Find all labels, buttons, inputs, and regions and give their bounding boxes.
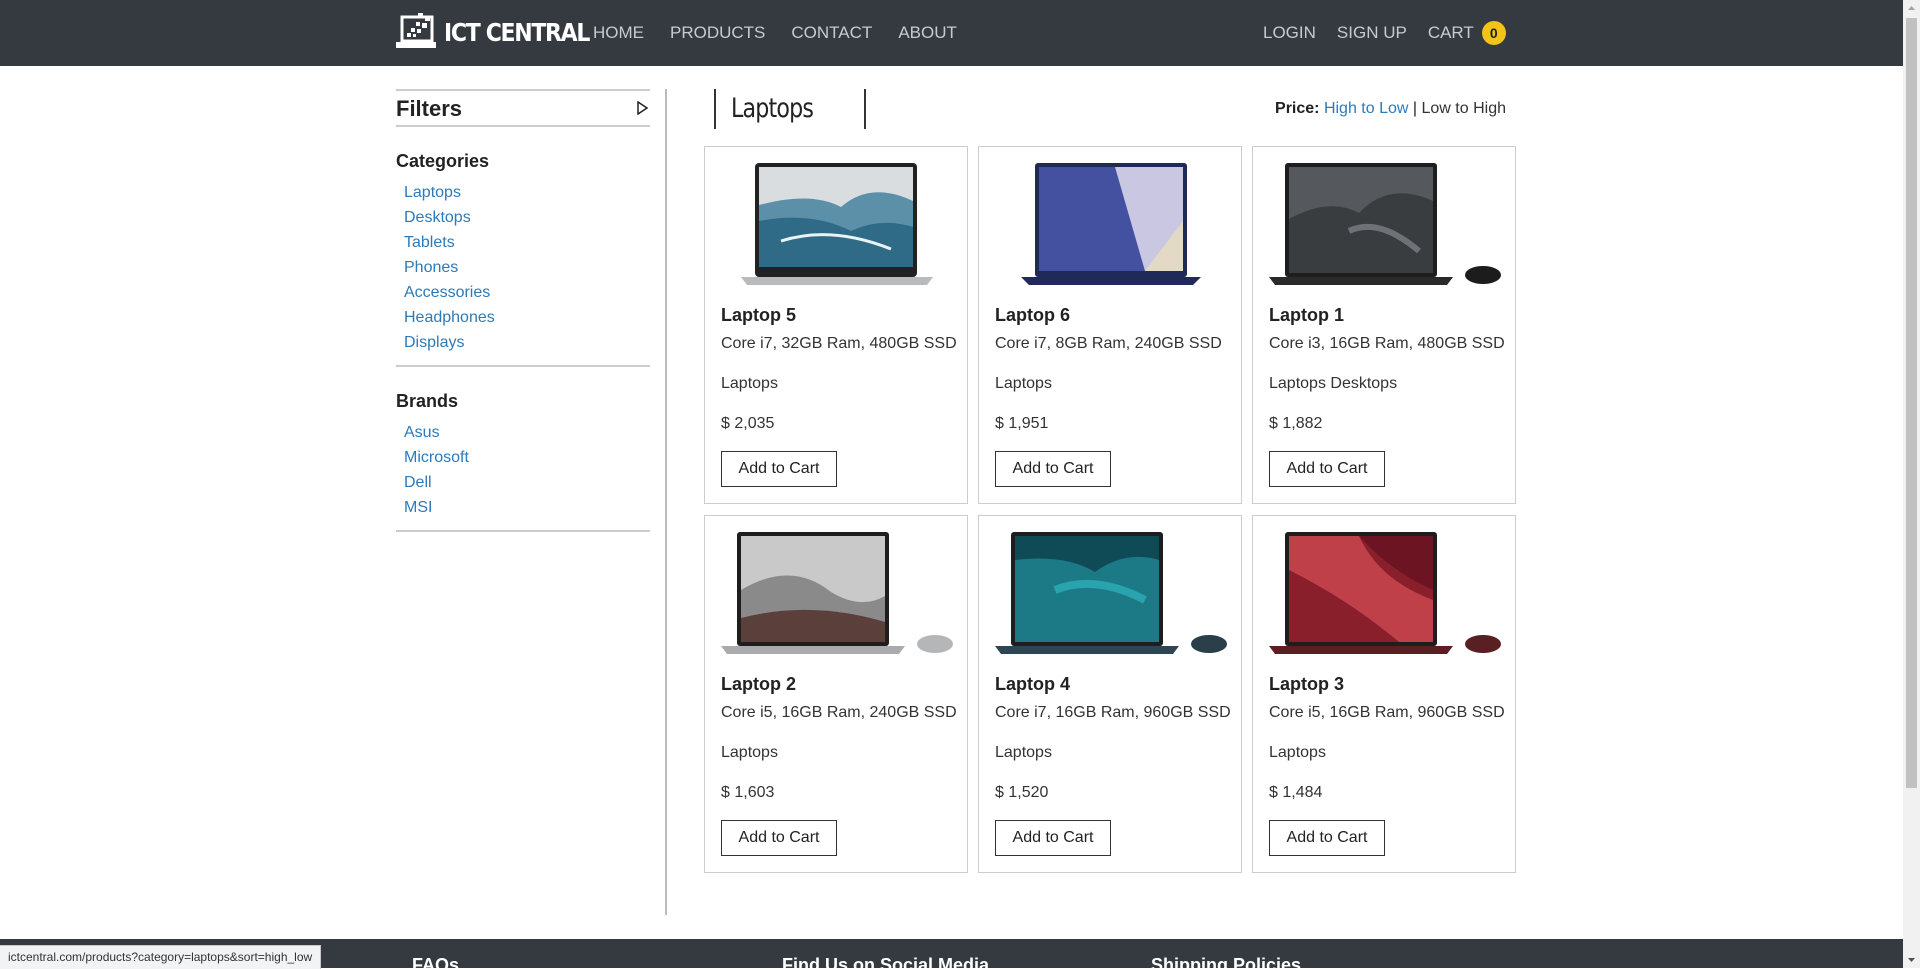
page-scrollbar[interactable]	[1903, 0, 1920, 968]
sidebar-divider	[665, 89, 667, 915]
sort-label: Price:	[1275, 100, 1320, 117]
page-title-box: Laptops	[714, 89, 866, 129]
scroll-up-arrow-icon[interactable]	[1903, 0, 1920, 17]
brands-title: Brands	[396, 391, 459, 411]
main-nav: HOME PRODUCTS CONTACT ABOUT	[593, 0, 983, 66]
filters-sidebar: Filters Categories Laptops Desktops Tabl…	[396, 89, 650, 532]
add-to-cart-button[interactable]: Add to Cart	[1269, 451, 1385, 487]
brands-group: Brands Asus Microsoft Dell MSI	[396, 391, 650, 532]
product-name[interactable]: Laptop 5	[721, 305, 796, 326]
login-link[interactable]: LOGIN	[1263, 23, 1316, 43]
product-price: $ 1,520	[995, 784, 1049, 801]
category-desktops[interactable]: Desktops	[404, 205, 650, 230]
add-to-cart-button[interactable]: Add to Cart	[995, 451, 1111, 487]
nav-about[interactable]: ABOUT	[898, 23, 957, 43]
scroll-down-arrow-icon[interactable]	[1903, 951, 1920, 968]
categories-group: Categories Laptops Desktops Tablets Phon…	[396, 151, 650, 367]
nav-home[interactable]: HOME	[593, 23, 644, 43]
category-tablets[interactable]: Tablets	[404, 230, 650, 255]
product-spec: Core i7, 32GB Ram, 480GB SSD	[721, 335, 957, 352]
category-phones[interactable]: Phones	[404, 255, 650, 280]
cart-count-badge: 0	[1481, 21, 1506, 45]
brand-asus[interactable]: Asus	[404, 420, 650, 445]
laptop-surface-black-icon[interactable]	[1269, 161, 1501, 287]
product-name[interactable]: Laptop 3	[1269, 674, 1344, 695]
categories-title: Categories	[396, 151, 490, 171]
account-nav: LOGIN SIGN UP CART 0	[1263, 0, 1506, 66]
signup-link[interactable]: SIGN UP	[1337, 23, 1407, 43]
footer-social-heading: Find Us on Social Media	[782, 955, 990, 968]
filters-title: Filters	[396, 96, 463, 121]
nav-products[interactable]: PRODUCTS	[670, 23, 765, 43]
brand-msi[interactable]: MSI	[404, 495, 650, 520]
add-to-cart-button[interactable]: Add to Cart	[721, 820, 837, 856]
laptop-surface-burgundy-icon[interactable]	[1269, 530, 1501, 656]
cart-link[interactable]: CART 0	[1428, 21, 1506, 45]
browser-status-bar: ictcentral.com/products?category=laptops…	[0, 945, 322, 969]
product-name[interactable]: Laptop 2	[721, 674, 796, 695]
laptop-logo-icon	[396, 13, 436, 48]
product-price: $ 2,035	[721, 415, 775, 432]
nav-contact[interactable]: CONTACT	[791, 23, 872, 43]
product-category: Laptops	[721, 375, 778, 392]
add-to-cart-button[interactable]: Add to Cart	[721, 451, 837, 487]
laptop-surface-blue-icon[interactable]	[995, 530, 1227, 656]
product-price: $ 1,951	[995, 415, 1049, 432]
product-category: Laptops	[995, 744, 1052, 761]
laptop-zenbook-icon[interactable]	[995, 161, 1227, 287]
brands-list: Asus Microsoft Dell MSI	[396, 420, 650, 520]
laptop-surface-platinum-icon[interactable]	[721, 530, 953, 656]
brand-microsoft[interactable]: Microsoft	[404, 445, 650, 470]
footer-faqs-heading: FAQs	[412, 955, 460, 968]
sort-separator: |	[1412, 100, 1418, 117]
category-laptops[interactable]: Laptops	[404, 180, 650, 205]
product-name[interactable]: Laptop 4	[995, 674, 1070, 695]
product-category: Laptops	[995, 375, 1052, 392]
product-spec: Core i3, 16GB Ram, 480GB SSD	[1269, 335, 1505, 352]
laptop-xps-icon[interactable]	[721, 161, 953, 287]
product-card: Laptop 3 Core i5, 16GB Ram, 960GB SSD La…	[1252, 515, 1516, 873]
categories-list: Laptops Desktops Tablets Phones Accessor…	[396, 180, 650, 355]
sort-low-to-high-link[interactable]: Low to High	[1422, 100, 1507, 117]
page-title: Laptops	[731, 93, 814, 124]
product-card: Laptop 6 Core i7, 8GB Ram, 240GB SSD Lap…	[978, 146, 1242, 504]
category-accessories[interactable]: Accessories	[404, 280, 650, 305]
product-card: Laptop 5 Core i7, 32GB Ram, 480GB SSD La…	[704, 146, 968, 504]
sort-high-to-low-link[interactable]: High to Low	[1324, 100, 1409, 117]
add-to-cart-button[interactable]: Add to Cart	[1269, 820, 1385, 856]
sort-bar: Price: High to Low | Low to High	[1275, 100, 1506, 118]
category-headphones[interactable]: Headphones	[404, 305, 650, 330]
product-category: Laptops	[721, 744, 778, 761]
product-price: $ 1,882	[1269, 415, 1323, 432]
product-spec: Core i7, 16GB Ram, 960GB SSD	[995, 704, 1231, 721]
brand-dell[interactable]: Dell	[404, 470, 650, 495]
top-navbar: ICT CENTRAL HOME PRODUCTS CONTACT ABOUT …	[0, 0, 1903, 66]
product-price: $ 1,484	[1269, 784, 1323, 801]
brand-name: ICT CENTRAL	[444, 17, 590, 47]
product-category: Laptops	[1269, 744, 1326, 761]
caret-right-icon[interactable]	[636, 101, 648, 115]
product-spec: Core i5, 16GB Ram, 240GB SSD	[721, 704, 957, 721]
product-price: $ 1,603	[721, 784, 775, 801]
filters-header: Filters	[396, 89, 650, 127]
add-to-cart-button[interactable]: Add to Cart	[995, 820, 1111, 856]
category-displays[interactable]: Displays	[404, 330, 650, 355]
product-card: Laptop 2 Core i5, 16GB Ram, 240GB SSD La…	[704, 515, 968, 873]
product-spec: Core i5, 16GB Ram, 960GB SSD	[1269, 704, 1505, 721]
product-category: Laptops Desktops	[1269, 375, 1398, 392]
product-name[interactable]: Laptop 1	[1269, 305, 1344, 326]
brand[interactable]: ICT CENTRAL	[396, 12, 609, 52]
product-card: Laptop 4 Core i7, 16GB Ram, 960GB SSD La…	[978, 515, 1242, 873]
cart-label: CART	[1427, 23, 1474, 42]
product-name[interactable]: Laptop 6	[995, 305, 1070, 326]
footer-shipping-heading: Shipping Policies	[1151, 955, 1302, 968]
product-card: Laptop 1 Core i3, 16GB Ram, 480GB SSD La…	[1252, 146, 1516, 504]
scroll-thumb[interactable]	[1906, 18, 1917, 788]
product-spec: Core i7, 8GB Ram, 240GB SSD	[995, 335, 1222, 352]
